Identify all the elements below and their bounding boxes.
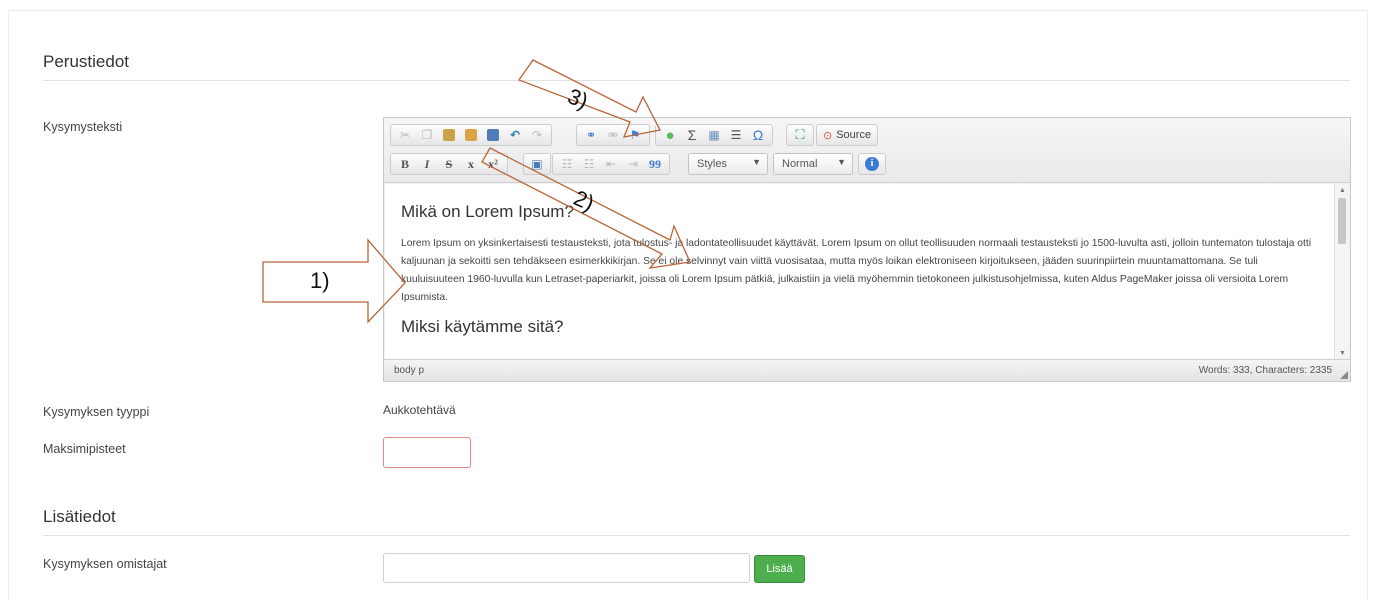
resize-grip-icon[interactable] [1340,371,1348,379]
unlink-icon[interactable]: ⚮ [603,126,623,144]
max-points-input[interactable] [383,437,471,468]
format-dropdown-label: Normal [782,158,818,170]
owners-input[interactable] [383,553,750,583]
section-title-basic: Perustiedot [43,52,129,71]
remove-format-group: ▣ [523,153,551,175]
speech-bubble-icon[interactable]: ● [660,126,680,144]
about-group: i [858,153,886,175]
editor-status-bar: body p Words: 333, Characters: 2335 [384,359,1350,381]
label-question-text: Kysymysteksti [43,120,123,134]
superscript-button[interactable]: x² [483,155,503,173]
chevron-down-icon: ▼ [752,157,761,167]
element-path[interactable]: body p [394,365,424,376]
indent-icon[interactable]: ⇥ [623,155,643,173]
source-icon: ⊙ [823,129,833,142]
outdent-icon[interactable]: ⇤ [601,155,621,173]
chevron-down-icon: ▼ [837,157,846,167]
label-max-points: Maksimipisteet [43,442,126,456]
editor-toolbar: ✂ ❐ ↶ ↷ ⚭ ⚮ ⚑ ● Σ ▦ ☰ Ω ⛶ ⊙ Source B I S… [384,118,1350,183]
label-owners: Kysymyksen omistajat [43,557,167,571]
table-icon[interactable]: ▦ [704,126,724,144]
fullscreen-icon[interactable]: ⛶ [790,126,810,144]
paste-word-icon[interactable] [483,126,503,144]
info-icon[interactable]: i [862,155,882,173]
link-icon[interactable]: ⚭ [581,126,601,144]
horizontal-rule-icon[interactable]: ☰ [726,126,746,144]
scroll-up-icon[interactable]: ▲ [1339,187,1346,194]
source-label: Source [836,129,872,141]
rich-text-editor: ✂ ❐ ↶ ↷ ⚭ ⚮ ⚑ ● Σ ▦ ☰ Ω ⛶ ⊙ Source B I S… [383,117,1351,382]
label-question-type: Kysymyksen tyyppi [43,405,150,419]
styles-dropdown[interactable]: Styles ▼ [688,153,768,175]
subscript-button[interactable]: x [461,155,481,173]
paste-icon[interactable] [439,126,459,144]
strike-button[interactable]: S [439,155,459,173]
insert-group: ● Σ ▦ ☰ Ω [655,124,773,146]
scroll-down-icon[interactable]: ▼ [1339,350,1346,357]
paste-text-icon[interactable] [461,126,481,144]
bold-button[interactable]: B [395,155,415,173]
question-type-value: Aukkotehtävä [383,403,456,417]
italic-button[interactable]: I [417,155,437,173]
omega-icon[interactable]: Ω [748,126,768,144]
bulleted-list-icon[interactable]: ☷ [579,155,599,173]
content-heading-2: Miksi käytämme sitä? [401,317,564,336]
word-count: Words: 333, Characters: 2335 [1198,365,1332,376]
blockquote-icon[interactable]: 99 [645,155,665,173]
anchor-icon[interactable]: ⚑ [625,126,645,144]
redo-icon[interactable]: ↷ [527,126,547,144]
styles-dropdown-label: Styles [697,158,727,170]
clipboard-group: ✂ ❐ ↶ ↷ [390,124,552,146]
cut-icon[interactable]: ✂ [395,126,415,144]
scroll-thumb[interactable] [1338,198,1346,244]
editor-content[interactable]: Mikä on Lorem Ipsum? Lorem Ipsum on yksi… [385,184,1335,360]
annotation-label-1: 1) [310,268,330,293]
links-group: ⚭ ⚮ ⚑ [576,124,650,146]
basic-styles-group: B I S x x² [390,153,508,175]
section-title-additional: Lisätiedot [43,507,116,526]
editor-scrollbar[interactable]: ▲ ▼ [1334,184,1349,360]
sigma-icon[interactable]: Σ [682,126,702,144]
add-owner-button[interactable]: Lisää [754,555,805,583]
format-dropdown[interactable]: Normal ▼ [773,153,853,175]
section-divider [43,80,1350,81]
tools-group: ⛶ [786,124,814,146]
source-button[interactable]: ⊙ Source [816,124,879,146]
section-divider [43,535,1350,536]
numbered-list-icon[interactable]: ☷ [557,155,577,173]
undo-icon[interactable]: ↶ [505,126,525,144]
remove-format-icon[interactable]: ▣ [527,155,547,173]
paragraph-group: ☷ ☷ ⇤ ⇥ 99 [552,153,670,175]
content-heading-1: Mikä on Lorem Ipsum? [401,202,574,221]
content-paragraph-1: Lorem Ipsum on yksinkertaisesti testaust… [401,238,1312,303]
copy-icon[interactable]: ❐ [417,126,437,144]
